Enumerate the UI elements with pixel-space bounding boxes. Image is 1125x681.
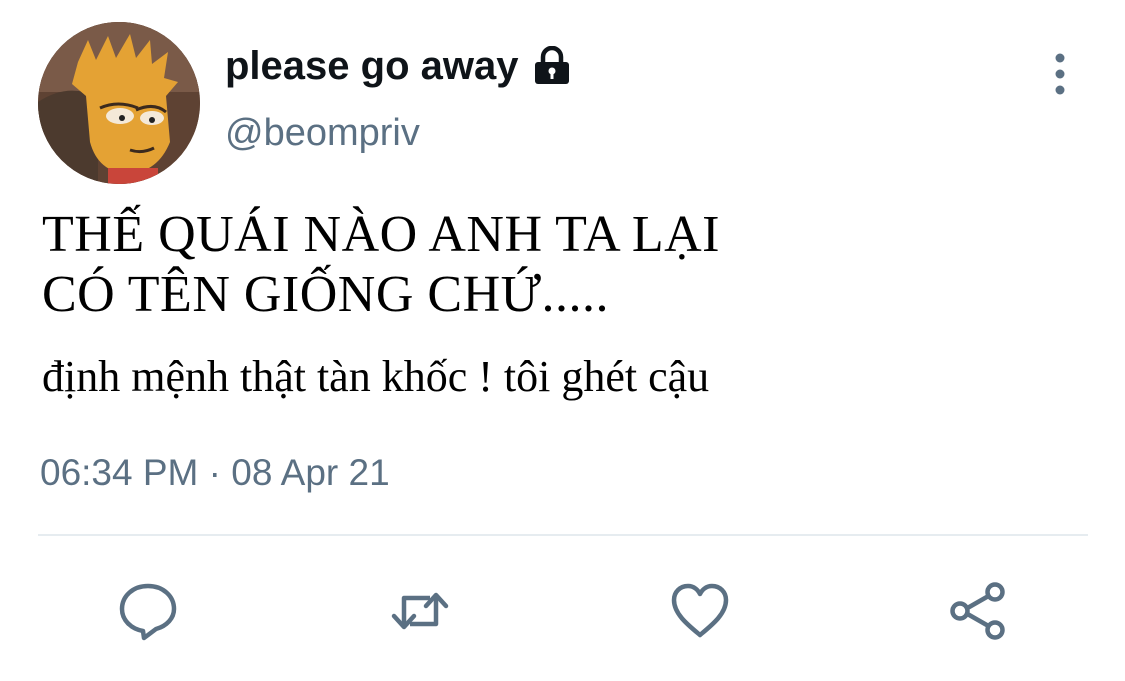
tweet-text-line: CÓ TÊN GIỐNG CHỨ.....	[42, 266, 609, 323]
tweet-text-line: định mệnh thật tàn khốc ! tôi ghét cậu	[42, 352, 710, 401]
like-button[interactable]	[668, 580, 732, 642]
tweet-body: THẾ QUÁI NÀO ANH TA LẠI CÓ TÊN GIỐNG CHỨ…	[42, 205, 1082, 403]
retweet-icon	[391, 592, 449, 630]
share-icon	[950, 582, 1005, 640]
more-vertical-icon[interactable]	[1045, 52, 1075, 96]
tweet-timestamp[interactable]: 06:34 PM · 08 Apr 21	[40, 452, 390, 494]
avatar-image	[38, 22, 200, 184]
reply-icon	[119, 583, 177, 641]
reply-button[interactable]	[116, 580, 180, 642]
share-button[interactable]	[946, 580, 1010, 642]
display-name-row[interactable]: please go away	[225, 40, 574, 92]
lock-icon	[530, 45, 574, 86]
divider	[38, 534, 1088, 536]
display-name[interactable]: please go away	[225, 44, 518, 89]
retweet-button[interactable]	[388, 580, 452, 642]
like-icon	[671, 583, 729, 638]
avatar[interactable]	[38, 22, 200, 184]
user-handle[interactable]: @beompriv	[225, 112, 420, 155]
tweet-text-line: THẾ QUÁI NÀO ANH TA LẠI	[42, 206, 720, 263]
